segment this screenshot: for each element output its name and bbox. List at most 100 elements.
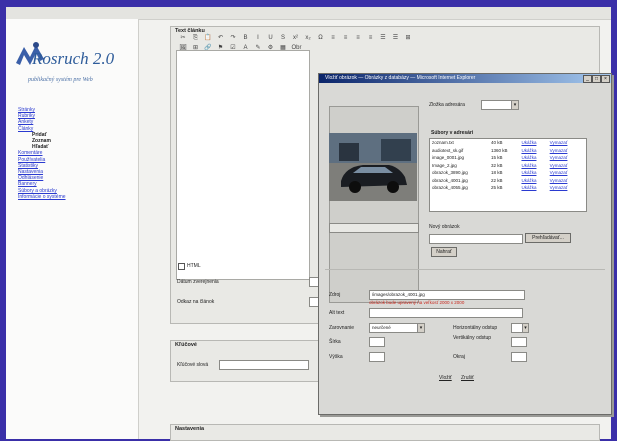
src-field[interactable]: /images/obrazok_4001.jpg	[369, 290, 525, 300]
chevron-down-icon: ▾	[417, 324, 424, 332]
border-field[interactable]	[511, 352, 527, 362]
toolbar-button-icon[interactable]: Ω	[317, 35, 325, 42]
toolbar-button-icon[interactable]: ≡	[342, 35, 350, 42]
ok-button[interactable]: Vložiť	[439, 375, 452, 381]
file-view-link[interactable]: Ukážka	[519, 184, 547, 192]
sidebar-nav: Stránky Rubriky Ankety Články Pridať Zoznam Hľ…	[18, 107, 66, 200]
hspace-field[interactable]: ▾	[511, 323, 529, 333]
settings-panel: Nastavenia	[170, 424, 600, 441]
editor-panel-title: Text článku	[175, 28, 205, 34]
datum-label: Dátum zverejnenia	[177, 279, 219, 285]
file-view-link[interactable]: Ukážka	[519, 147, 547, 155]
toolbar-button-icon[interactable]: ≡	[367, 35, 375, 42]
toolbar-button-icon[interactable]: ⊞	[404, 35, 412, 42]
file-name: obrazok_4001.jpg	[432, 177, 468, 183]
toolbar-button-icon[interactable]: ☰	[392, 35, 400, 42]
chevron-down-icon: ▾	[522, 324, 528, 332]
file-size: 25 kB	[491, 185, 503, 191]
file-size: 1360 kB	[491, 147, 508, 153]
file-size: 40 kB	[491, 140, 503, 146]
toolbar-button-icon[interactable]: x²	[292, 35, 300, 42]
table-row: Image_2.jpg 32 kB Ukážka Vymazať	[430, 162, 580, 170]
file-delete-link[interactable]: Vymazať	[548, 184, 580, 192]
src-label: Zdroj	[329, 292, 341, 298]
settings-panel-title: Nastavenia	[175, 426, 205, 432]
file-delete-link[interactable]: Vymazať	[548, 154, 580, 162]
align-select[interactable]: neurčené ▾	[369, 323, 425, 333]
minimize-icon[interactable]: _	[583, 75, 592, 83]
chevron-down-icon: ▾	[511, 101, 518, 109]
odkaz-label: Odkaz na článok	[177, 299, 215, 305]
toolbar-button-icon[interactable]: B	[242, 35, 250, 42]
file-delete-link[interactable]: Vymazať	[548, 162, 580, 170]
vspace-label: Vertikálny odstup	[453, 335, 492, 341]
align-label: Zarovnanie	[329, 325, 355, 331]
hspace-label: Horizontálny odstup	[453, 325, 498, 331]
file-view-link[interactable]: Ukážka	[519, 169, 547, 177]
height-field[interactable]	[369, 352, 385, 362]
toolbar-button-icon[interactable]: ↶	[217, 35, 225, 42]
html-checkbox-label: HTML	[187, 263, 201, 269]
toolbar-button-icon[interactable]: S	[279, 35, 287, 42]
file-view-link[interactable]: Ukážka	[519, 177, 547, 185]
file-size: 18 kB	[491, 170, 503, 176]
file-name: zoznam.txt	[432, 140, 454, 146]
logo-subtitle: publikačný systém pre Web	[28, 77, 93, 83]
files-list: zoznam.txt 40 kB Ukážka Vymazať audiotext_sk…	[429, 138, 587, 212]
file-view-link[interactable]: Ukážka	[519, 139, 547, 147]
toolbar-button-icon[interactable]: ↷	[229, 35, 237, 42]
toolbar-button-icon[interactable]: ✂	[179, 35, 187, 42]
border-label: Okraj	[453, 354, 465, 360]
upload-button[interactable]: Nahrať	[431, 247, 457, 257]
file-delete-link[interactable]: Vymazať	[548, 177, 580, 185]
toolbar-button-icon[interactable]: U	[267, 35, 275, 42]
file-name: obrazok_3890.jpg	[432, 170, 468, 176]
file-view-link[interactable]: Ukážka	[519, 162, 547, 170]
folder-label: Zložka adresára	[429, 102, 465, 108]
logo-title: Rosruch 2.0	[32, 49, 115, 68]
table-row: audiotext_sk.gif 1360 kB Ukážka Vymazať	[430, 147, 580, 155]
toolbar-button-icon[interactable]: ☰	[379, 35, 387, 42]
close-icon[interactable]: ×	[601, 75, 610, 83]
vspace-field[interactable]	[511, 337, 527, 347]
upload-label: Nový obrázok	[429, 224, 460, 230]
keywords-label: Kľúčové slová	[177, 362, 209, 368]
toolbar-button-icon[interactable]: ≡	[354, 35, 362, 42]
width-label: Šírka	[329, 339, 341, 345]
html-checkbox[interactable]	[178, 263, 185, 270]
file-size: 22 kB	[491, 177, 503, 183]
file-view-link[interactable]: Ukážka	[519, 154, 547, 162]
cancel-button[interactable]: Zrušiť	[461, 375, 474, 381]
editor-text-area[interactable]	[176, 50, 310, 280]
file-delete-link[interactable]: Vymazať	[548, 169, 580, 177]
src-warning: obrázok bude upravený na veľkosť 2000 x …	[369, 300, 465, 305]
dialog-separator	[325, 269, 605, 270]
alt-field[interactable]	[369, 308, 523, 318]
dialog-title: Vložiť obrázok — Obrázky z databázy — Mi…	[319, 74, 611, 83]
toolbar-button-icon[interactable]: ≡	[329, 35, 337, 42]
sidebar-item[interactable]: Informácie o systéme	[18, 194, 66, 200]
folder-select[interactable]: ▾	[481, 100, 519, 110]
toolbar-button-icon[interactable]: 📋	[204, 35, 212, 42]
keywords-panel: Kľúčové Kľúčové slová	[170, 340, 322, 382]
file-delete-link[interactable]: Vymazať	[548, 147, 580, 155]
insert-image-dialog: Vložiť obrázok — Obrázky z databázy — Mi…	[318, 73, 612, 415]
upload-file-input[interactable]	[429, 234, 523, 244]
sidebar: Rosruch 2.0 publikačný systém pre Web St…	[6, 19, 138, 439]
width-field[interactable]	[369, 337, 385, 347]
browse-button[interactable]: Prehľadávať...	[525, 233, 571, 243]
toolbar-button-icon[interactable]: I	[254, 35, 262, 42]
file-name: image_0001.jpg	[432, 155, 465, 161]
file-size: 15 kB	[491, 155, 503, 161]
table-row: image_0001.jpg 15 kB Ukážka Vymazať	[430, 154, 580, 162]
align-select-value: neurčené	[372, 325, 391, 330]
toolbar-button-icon[interactable]: ⎘	[192, 35, 200, 42]
keywords-input[interactable]	[219, 360, 309, 370]
files-header: Súbory v adresári	[431, 130, 474, 136]
preview-scrollbar[interactable]	[329, 223, 419, 233]
maximize-icon[interactable]: □	[592, 75, 601, 83]
file-delete-link[interactable]: Vymazať	[548, 139, 580, 147]
car-photo-icon	[329, 133, 417, 201]
toolbar-button-icon[interactable]: x₂	[304, 35, 312, 42]
table-row: zoznam.txt 40 kB Ukážka Vymazať	[430, 139, 580, 147]
